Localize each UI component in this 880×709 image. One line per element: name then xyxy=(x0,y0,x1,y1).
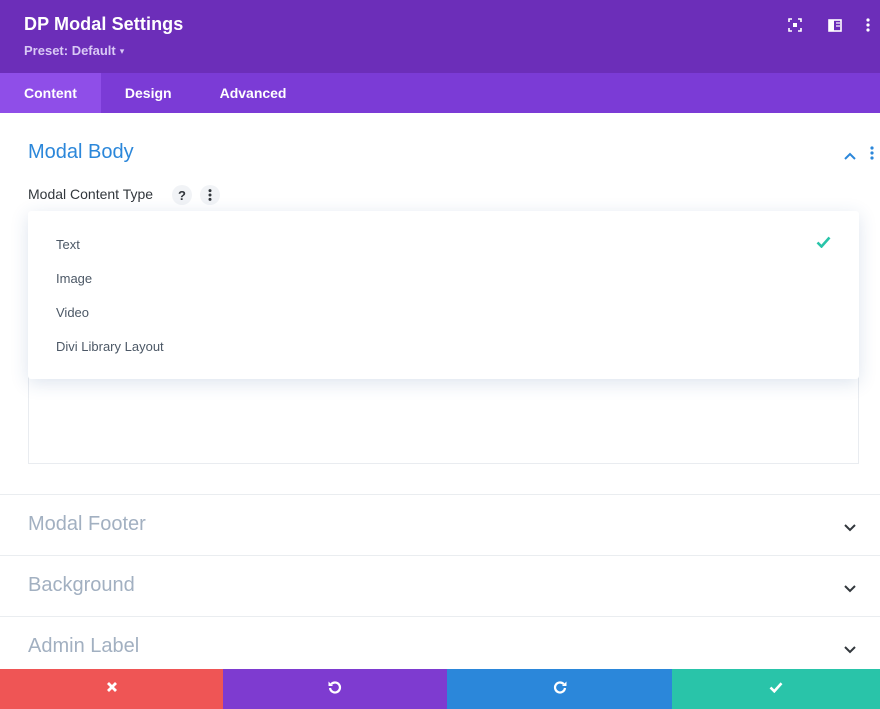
check-icon xyxy=(769,680,783,698)
section-title-modal-body[interactable]: Modal Body xyxy=(28,141,134,164)
check-icon xyxy=(816,235,831,253)
settings-tabs: Content Design Advanced xyxy=(0,73,880,113)
redo-icon xyxy=(552,679,568,700)
undo-icon xyxy=(327,679,343,700)
chevron-up-icon[interactable] xyxy=(843,148,857,166)
discard-button[interactable] xyxy=(0,669,223,709)
action-bar xyxy=(0,669,880,709)
option-text[interactable]: Text xyxy=(56,237,80,252)
help-symbol: ? xyxy=(178,187,186,203)
field-options-icon[interactable] xyxy=(200,185,220,205)
sidebar-layout-icon[interactable] xyxy=(827,17,843,33)
chevron-down-icon xyxy=(843,519,857,537)
modal-title: DP Modal Settings xyxy=(24,14,184,34)
redo-button[interactable] xyxy=(447,669,672,709)
tab-design[interactable]: Design xyxy=(101,73,196,113)
chevron-down-icon xyxy=(843,580,857,598)
close-icon xyxy=(106,680,118,698)
section-modal-footer[interactable]: Modal Footer xyxy=(0,494,880,555)
tab-content[interactable]: Content xyxy=(0,73,101,113)
section-background[interactable]: Background xyxy=(0,555,880,616)
section-options-icon[interactable] xyxy=(870,146,874,165)
caret-down-icon: ▾ xyxy=(119,46,125,56)
section-title-modal-footer: Modal Footer xyxy=(28,513,146,535)
tab-advanced[interactable]: Advanced xyxy=(196,73,311,113)
content-editor[interactable] xyxy=(28,375,859,464)
section-admin-label[interactable]: Admin Label xyxy=(0,616,880,669)
chevron-down-icon xyxy=(843,641,857,659)
preset-label: Preset: Default xyxy=(24,43,116,58)
option-image[interactable]: Image xyxy=(56,271,92,286)
more-vertical-icon[interactable] xyxy=(860,17,876,33)
field-label-modal-content-type: Modal Content Type xyxy=(28,186,154,202)
undo-button[interactable] xyxy=(223,669,447,709)
section-title-admin-label: Admin Label xyxy=(28,635,140,657)
settings-content: Modal Body Modal Content Type ? Text Ima… xyxy=(0,113,880,669)
fullscreen-icon[interactable] xyxy=(787,17,803,33)
help-icon[interactable]: ? xyxy=(172,185,192,205)
preset-selector[interactable]: Preset: Default ▾ xyxy=(24,43,124,58)
save-button[interactable] xyxy=(672,669,880,709)
option-video[interactable]: Video xyxy=(56,305,89,320)
section-title-background: Background xyxy=(28,574,135,596)
option-divi-library-layout[interactable]: Divi Library Layout xyxy=(56,339,164,354)
settings-header: DP Modal Settings Preset: Default ▾ xyxy=(0,0,880,73)
content-type-dropdown: Text Image Video Divi Library Layout xyxy=(28,211,859,379)
